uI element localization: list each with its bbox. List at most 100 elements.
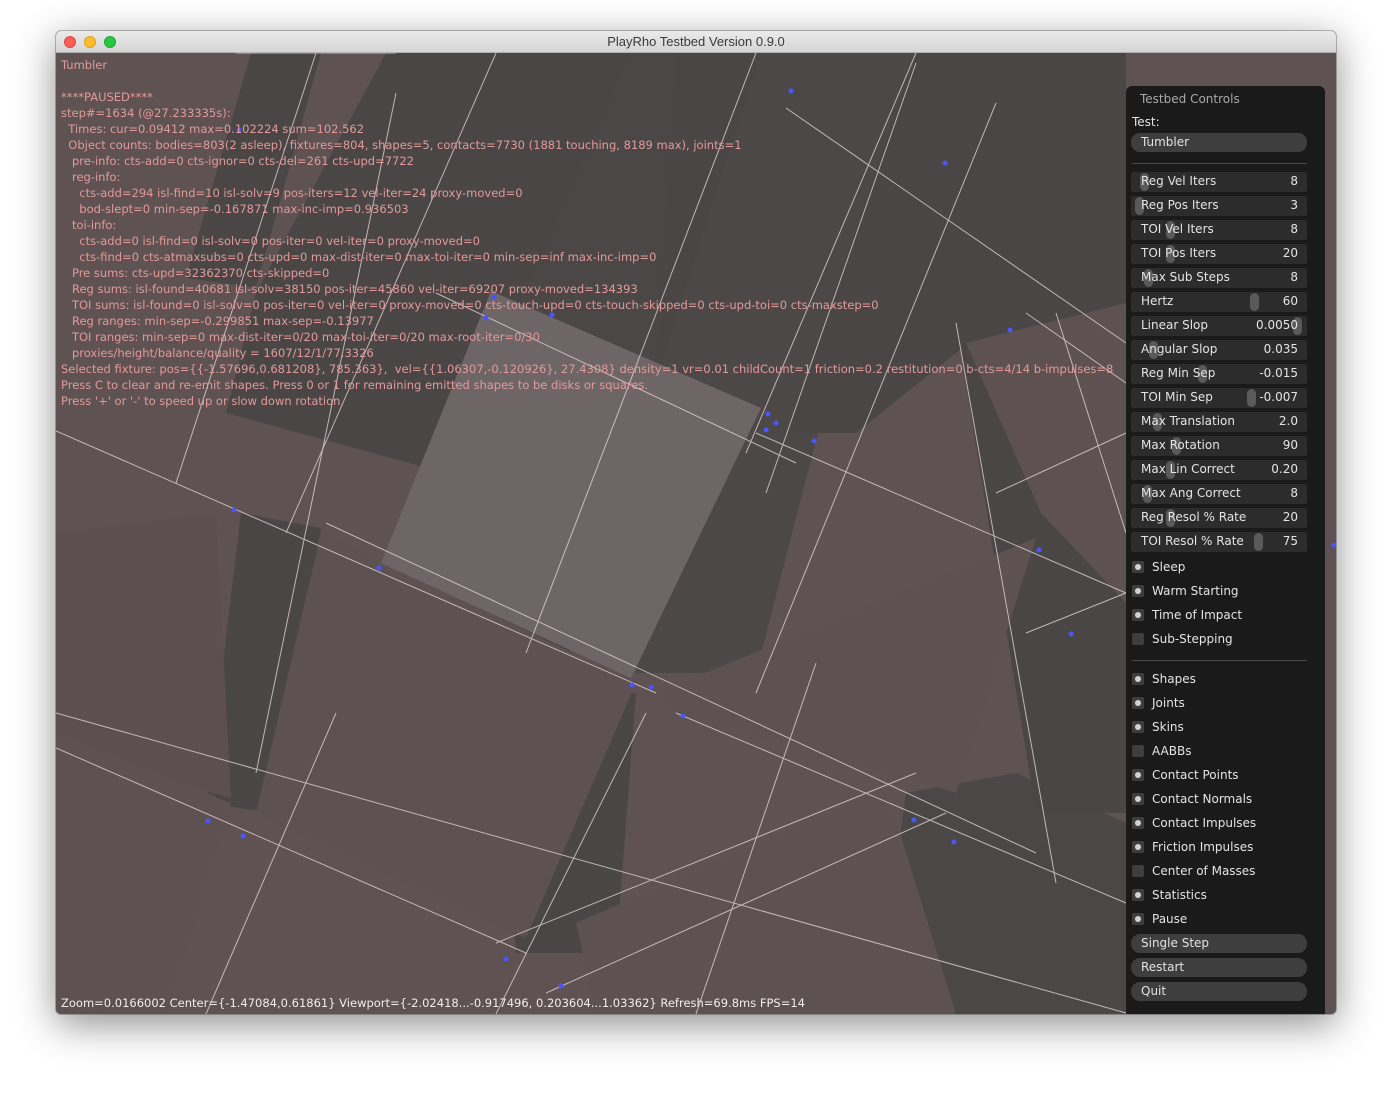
debug-line: Times: cur=0.09412 max=0.102224 sum=102.… [61, 122, 365, 136]
slider-reg-pos-iters[interactable]: Reg Pos Iters 3 [1131, 196, 1307, 216]
slider-reg-vel-iters[interactable]: Reg Vel Iters 8 [1131, 172, 1307, 192]
debug-line: step#=1634 (@27.233335s): [61, 106, 231, 120]
slider-label: Max Rotation [1141, 438, 1220, 452]
debug-line: bod-slept=0 min-sep=-0.167871 max-inc-im… [61, 202, 409, 216]
slider-label: Reg Min Sep [1141, 366, 1216, 380]
checkbox-label: Warm Starting [1152, 584, 1239, 598]
debug-line: TOI ranges: min-sep=0 max-dist-iter=0/20… [61, 330, 540, 344]
checkbox-label: Contact Normals [1152, 792, 1253, 806]
slider-label: Max Ang Correct [1141, 486, 1241, 500]
simulation-viewport[interactable]: Tumbler ****PAUSED**** step#=1634 (@27.23… [56, 53, 1336, 1014]
title-bar[interactable]: PlayRho Testbed Version 0.9.0 [56, 31, 1336, 53]
debug-line: Press '+' or '-' to speed up or slow dow… [61, 394, 345, 408]
slider-reg-resol-rate[interactable]: Reg Resol % Rate 20 [1131, 508, 1307, 528]
checkbox-label: Center of Masses [1152, 864, 1256, 878]
slider-handle[interactable] [1254, 533, 1263, 551]
debug-line: Selected fixture: pos={{-1.57696,0.68120… [61, 362, 1114, 376]
debug-line: cts-find=0 cts-atmaxsubs=0 cts-upd=0 max… [61, 250, 657, 264]
slider-value: 0.20 [1271, 462, 1298, 476]
testbed-controls-panel: Testbed Controls Test: Tumbler Reg Vel I… [1126, 86, 1325, 1014]
slider-linear-slop[interactable]: Linear Slop 0.0050 [1131, 316, 1307, 336]
restart-button[interactable]: Restart [1131, 958, 1307, 977]
slider-value: 8 [1290, 174, 1298, 188]
test-name-label: Tumbler [61, 58, 108, 72]
slider-angular-slop[interactable]: Angular Slop 0.035 [1131, 340, 1307, 360]
checkbox-label: Sleep [1152, 560, 1186, 574]
separator [1132, 660, 1307, 661]
slider-label: Angular Slop [1141, 342, 1218, 356]
checkbox-box[interactable] [1132, 865, 1144, 877]
slider-label: TOI Resol % Rate [1141, 534, 1244, 548]
slider-value: 0.0050 [1256, 318, 1298, 332]
slider-toi-vel-iters[interactable]: TOI Vel Iters 8 [1131, 220, 1307, 240]
checkbox-label: Statistics [1152, 888, 1207, 902]
slider-reg-min-sep[interactable]: Reg Min Sep -0.015 [1131, 364, 1307, 384]
test-label: Test: [1132, 115, 1160, 129]
debug-line: proxies/height/balance/quality = 1607/12… [61, 346, 374, 360]
slider-value: 20 [1282, 246, 1298, 260]
slider-value: 2.0 [1278, 414, 1298, 428]
slider-max-sub-steps[interactable]: Max Sub Steps 8 [1131, 268, 1307, 288]
status-line: Zoom=0.0166002 Center={-1.47084,0.61861}… [61, 996, 806, 1010]
checkbox-box[interactable] [1132, 793, 1144, 805]
debug-line: Pre sums: cts-upd=32362370 cts-skipped=0 [61, 266, 330, 280]
checkbox-box[interactable] [1132, 745, 1144, 757]
checkbox-box[interactable] [1132, 913, 1144, 925]
slider-max-ang-correct[interactable]: Max Ang Correct 8 [1131, 484, 1307, 504]
checkbox-label: Contact Points [1152, 768, 1239, 782]
debug-line: cts-add=0 isl-find=0 isl-solv=0 pos-iter… [61, 234, 480, 248]
app-window: PlayRho Testbed Version 0.9.0 Tumbler **… [56, 31, 1336, 1014]
slider-value: 20 [1282, 510, 1298, 524]
debug-line: ****PAUSED**** [61, 90, 153, 104]
checkbox-box[interactable] [1132, 673, 1144, 685]
checkbox-label: Skins [1152, 720, 1184, 734]
slider-handle[interactable] [1247, 389, 1256, 407]
single-step-button[interactable]: Single Step [1131, 934, 1307, 953]
slider-value: 8 [1290, 270, 1298, 284]
checkbox-box[interactable] [1132, 721, 1144, 733]
checkbox-box[interactable] [1132, 609, 1144, 621]
panel-title: Testbed Controls [1140, 92, 1240, 106]
debug-line: Reg sums: isl-found=40681 isl-solv=38150… [61, 282, 638, 296]
checkbox-label: Contact Impulses [1152, 816, 1257, 830]
separator [1132, 163, 1307, 164]
checkbox-box[interactable] [1132, 889, 1144, 901]
slider-max-lin-correct[interactable]: Max Lin Correct 0.20 [1131, 460, 1307, 480]
slider-label: TOI Pos Iters [1141, 246, 1217, 260]
test-selector-dropdown[interactable]: Tumbler [1131, 133, 1307, 152]
checkbox-box[interactable] [1132, 817, 1144, 829]
slider-value: 75 [1282, 534, 1298, 548]
checkbox-label: Friction Impulses [1152, 840, 1254, 854]
debug-line: Press C to clear and re-emit shapes. Pre… [61, 378, 649, 392]
slider-label: Max Sub Steps [1141, 270, 1230, 284]
checkbox-box[interactable] [1132, 769, 1144, 781]
slider-toi-resol-rate[interactable]: TOI Resol % Rate 75 [1131, 532, 1307, 552]
slider-label: Linear Slop [1141, 318, 1209, 332]
slider-label: Reg Pos Iters [1141, 198, 1219, 212]
checkbox-label: AABBs [1152, 744, 1192, 758]
checkbox-box[interactable] [1132, 585, 1144, 597]
slider-toi-min-sep[interactable]: TOI Min Sep -0.007 [1131, 388, 1307, 408]
debug-line: Reg ranges: min-sep=-0.299851 max-sep=-0… [61, 314, 374, 328]
slider-label: Reg Resol % Rate [1141, 510, 1247, 524]
checkbox-box[interactable] [1132, 697, 1144, 709]
slider-max-rotation[interactable]: Max Rotation 90 [1131, 436, 1307, 456]
debug-line: reg-info: [61, 170, 121, 184]
slider-toi-pos-iters[interactable]: TOI Pos Iters 20 [1131, 244, 1307, 264]
slider-value: 90 [1282, 438, 1298, 452]
checkbox-box[interactable] [1132, 561, 1144, 573]
debug-line: Object counts: bodies=803(2 asleep), fix… [61, 138, 742, 152]
checkbox-label: Sub-Stepping [1152, 632, 1233, 646]
checkbox-label: Shapes [1152, 672, 1196, 686]
checkbox-box[interactable] [1132, 841, 1144, 853]
debug-line: TOI sums: isl-found=0 isl-solv=0 pos-ite… [61, 298, 879, 312]
slider-hertz[interactable]: Hertz 60 [1131, 292, 1307, 312]
slider-handle[interactable] [1250, 293, 1259, 311]
slider-max-translation[interactable]: Max Translation 2.0 [1131, 412, 1307, 432]
checkbox-box[interactable] [1132, 633, 1144, 645]
quit-button[interactable]: Quit [1131, 982, 1307, 1001]
slider-label: Max Translation [1141, 414, 1236, 428]
slider-label: Reg Vel Iters [1141, 174, 1217, 188]
checkbox-label: Time of Impact [1152, 608, 1243, 622]
slider-label: TOI Min Sep [1141, 390, 1213, 404]
